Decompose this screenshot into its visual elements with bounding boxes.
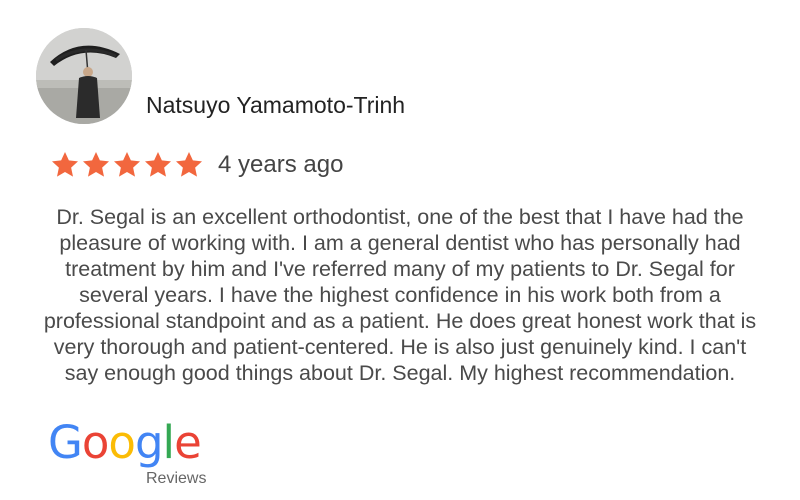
reviewer-photo (36, 28, 132, 124)
google-logo-letter: o (81, 416, 110, 469)
google-logo-letter: e (174, 416, 202, 469)
star-icon (176, 152, 202, 177)
rating-row: 4 years ago (50, 148, 343, 182)
google-logo-letter: o (108, 416, 136, 469)
reviews-caption: Reviews (146, 470, 207, 487)
star-rating (50, 150, 205, 180)
star-icon (52, 152, 78, 177)
review-timestamp: 4 years ago (218, 151, 344, 178)
star-icon (114, 152, 140, 177)
reviewer-avatar[interactable] (36, 28, 132, 124)
google-logo-letter: g (134, 416, 164, 469)
review-text: Dr. Segal is an excellent orthodontist, … (43, 205, 757, 385)
google-logo-letter: l (162, 416, 175, 469)
review-card: Natsuyo Yamamoto-Trinh 4 years ago Dr. S… (0, 0, 800, 500)
star-icon (83, 152, 109, 177)
reviewer-name[interactable]: Natsuyo Yamamoto-Trinh (146, 92, 405, 119)
google-logo: G o o g l e (48, 416, 202, 469)
star-icon (145, 152, 171, 177)
google-logo-letter: G (48, 416, 83, 469)
